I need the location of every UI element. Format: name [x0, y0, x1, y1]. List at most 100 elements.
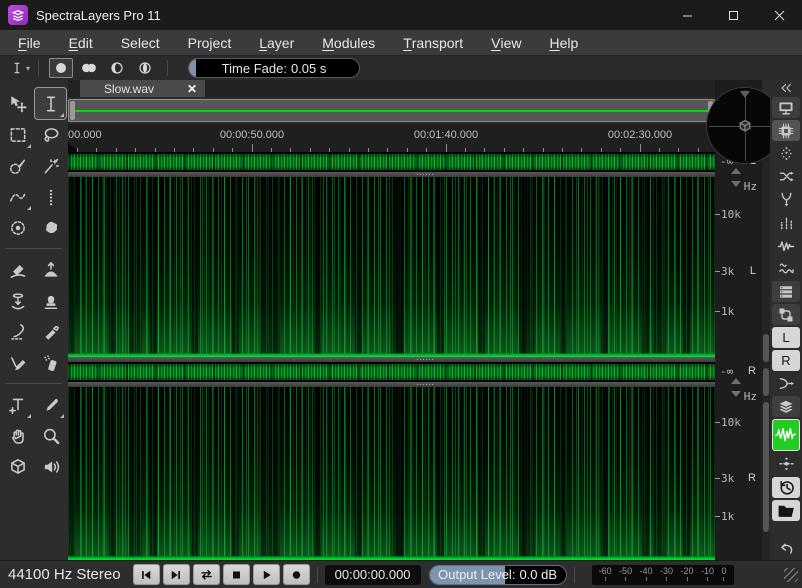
menu-select[interactable]: Select: [107, 30, 174, 55]
collapse-down-icon[interactable]: [731, 391, 741, 397]
resize-grip[interactable]: [784, 568, 798, 582]
pencil-tool[interactable]: [2, 347, 33, 378]
output-level-slider[interactable]: Output Level: 0.0 dB: [429, 565, 567, 585]
time-display[interactable]: 00:00:00.000: [325, 565, 421, 585]
stop-button[interactable]: [223, 564, 250, 585]
layers-panel-button[interactable]: [772, 396, 800, 417]
zoom-tool[interactable]: [35, 420, 66, 451]
menu-edit[interactable]: Edit: [55, 30, 107, 55]
maximize-button[interactable]: [710, 0, 756, 30]
channel-R-button[interactable]: R: [772, 350, 800, 371]
flatten-layers-button[interactable]: [772, 453, 800, 474]
collapse-panel-button[interactable]: [772, 81, 800, 95]
vertical-scrollbar[interactable]: [762, 152, 770, 560]
overview-navigator[interactable]: [68, 97, 715, 124]
separator: [6, 248, 62, 249]
menu-help[interactable]: Help: [535, 30, 592, 55]
spot-select-tool[interactable]: [2, 212, 33, 243]
spectrogram-right[interactable]: [68, 387, 715, 560]
rect-select-tool[interactable]: [2, 119, 33, 150]
layer-list-button[interactable]: [772, 281, 800, 302]
tab-bar: Slow.wav ✕: [68, 80, 715, 97]
go-start-button[interactable]: [133, 564, 160, 585]
minimize-button[interactable]: [664, 0, 710, 30]
marker-tool[interactable]: [35, 316, 66, 347]
flyout-indicator: [60, 414, 64, 418]
window-title: SpectraLayers Pro 11: [36, 8, 161, 23]
heal-tool[interactable]: [2, 316, 33, 347]
mode-add-button[interactable]: [77, 58, 101, 78]
node-graph-button[interactable]: [772, 304, 800, 325]
processing-chip-button[interactable]: [772, 120, 800, 141]
collapse-up-icon[interactable]: [731, 168, 741, 174]
unmix-noise-button[interactable]: [772, 212, 800, 233]
mode-intersect-button[interactable]: [133, 58, 157, 78]
collapse-up-icon[interactable]: [731, 378, 741, 384]
menu-transport[interactable]: Transport: [389, 30, 477, 55]
meter-tick: 0: [721, 566, 726, 585]
unmix-shuffle-button[interactable]: [772, 166, 800, 187]
clone-stamp-tool[interactable]: [35, 285, 66, 316]
dotted-line-tool[interactable]: [35, 181, 66, 212]
display-settings-button[interactable]: [772, 97, 800, 118]
merge-arrow-button[interactable]: [772, 373, 800, 394]
waveform-strip-right[interactable]: [68, 362, 715, 382]
history-panel-button[interactable]: [772, 477, 800, 498]
spectrogram-left[interactable]: [68, 177, 715, 357]
divider-handle[interactable]: [417, 384, 433, 385]
flyout-indicator: [27, 144, 31, 148]
text-cursor-tool[interactable]: [35, 88, 66, 119]
time-fade-slider[interactable]: Time Fade: 0.05 s: [188, 58, 360, 78]
hand-tool[interactable]: [2, 420, 33, 451]
waveform-panel-button[interactable]: [772, 235, 800, 256]
mode-subtract-button[interactable]: [105, 58, 129, 78]
spectral-selection-button[interactable]: [772, 258, 800, 279]
picker-tool[interactable]: [35, 389, 66, 420]
blob-tool[interactable]: [35, 212, 66, 243]
file-browser-button[interactable]: [772, 500, 800, 521]
loop-button[interactable]: [193, 564, 220, 585]
denoise-button[interactable]: [772, 143, 800, 164]
brush-select-tool[interactable]: [2, 150, 33, 181]
divider-handle[interactable]: [417, 359, 433, 360]
eraser-tool[interactable]: [2, 254, 33, 285]
menu-layer[interactable]: Layer: [245, 30, 308, 55]
menu-modules[interactable]: Modules: [308, 30, 389, 55]
overview-range[interactable]: [68, 99, 715, 122]
menu-project[interactable]: Project: [174, 30, 246, 55]
play-button[interactable]: [253, 564, 280, 585]
waveform-strip-left[interactable]: [68, 152, 715, 172]
level-meter: -60-50-40-30-20-100: [592, 565, 734, 585]
divider-handle[interactable]: [417, 174, 433, 175]
scale-unit-label: Hz: [744, 180, 757, 193]
merge-down-arrows-button[interactable]: [772, 189, 800, 210]
sample-rate-label: 44100 Hz Stereo: [8, 566, 121, 583]
layer-thumbnail-button[interactable]: [772, 419, 800, 451]
collapse-down-icon[interactable]: [731, 181, 741, 187]
record-button[interactable]: [283, 564, 310, 585]
tab-slow-wav[interactable]: Slow.wav ✕: [80, 80, 205, 97]
active-tool-button[interactable]: ▾: [10, 60, 30, 76]
menu-file[interactable]: File: [4, 30, 55, 55]
transform-tool[interactable]: [2, 88, 33, 119]
spray-tool[interactable]: [35, 347, 66, 378]
mode-new-button[interactable]: [49, 58, 73, 78]
menu-view[interactable]: View: [477, 30, 535, 55]
time-ruler[interactable]: 00.00000:00:50.00000:01:40.00000:02:30.0…: [68, 124, 715, 152]
lasso-tool[interactable]: [35, 119, 66, 150]
output-level-value: 0.0 dB: [519, 567, 557, 582]
magic-wand-tool[interactable]: [35, 150, 66, 181]
type-tool[interactable]: [2, 389, 33, 420]
amplify-tool[interactable]: [35, 254, 66, 285]
tab-close-icon[interactable]: ✕: [187, 82, 197, 96]
channel-L-button[interactable]: L: [772, 327, 800, 348]
go-end-button[interactable]: [163, 564, 190, 585]
curve-select-tool[interactable]: [2, 181, 33, 212]
wave-db-label: -∞: [720, 365, 733, 378]
cube3d-tool[interactable]: [2, 451, 33, 482]
undo-button[interactable]: [772, 538, 800, 559]
range-start-handle[interactable]: [70, 101, 75, 120]
audition-tool[interactable]: [35, 451, 66, 482]
close-button[interactable]: [756, 0, 802, 30]
attenuate-tool[interactable]: [2, 285, 33, 316]
